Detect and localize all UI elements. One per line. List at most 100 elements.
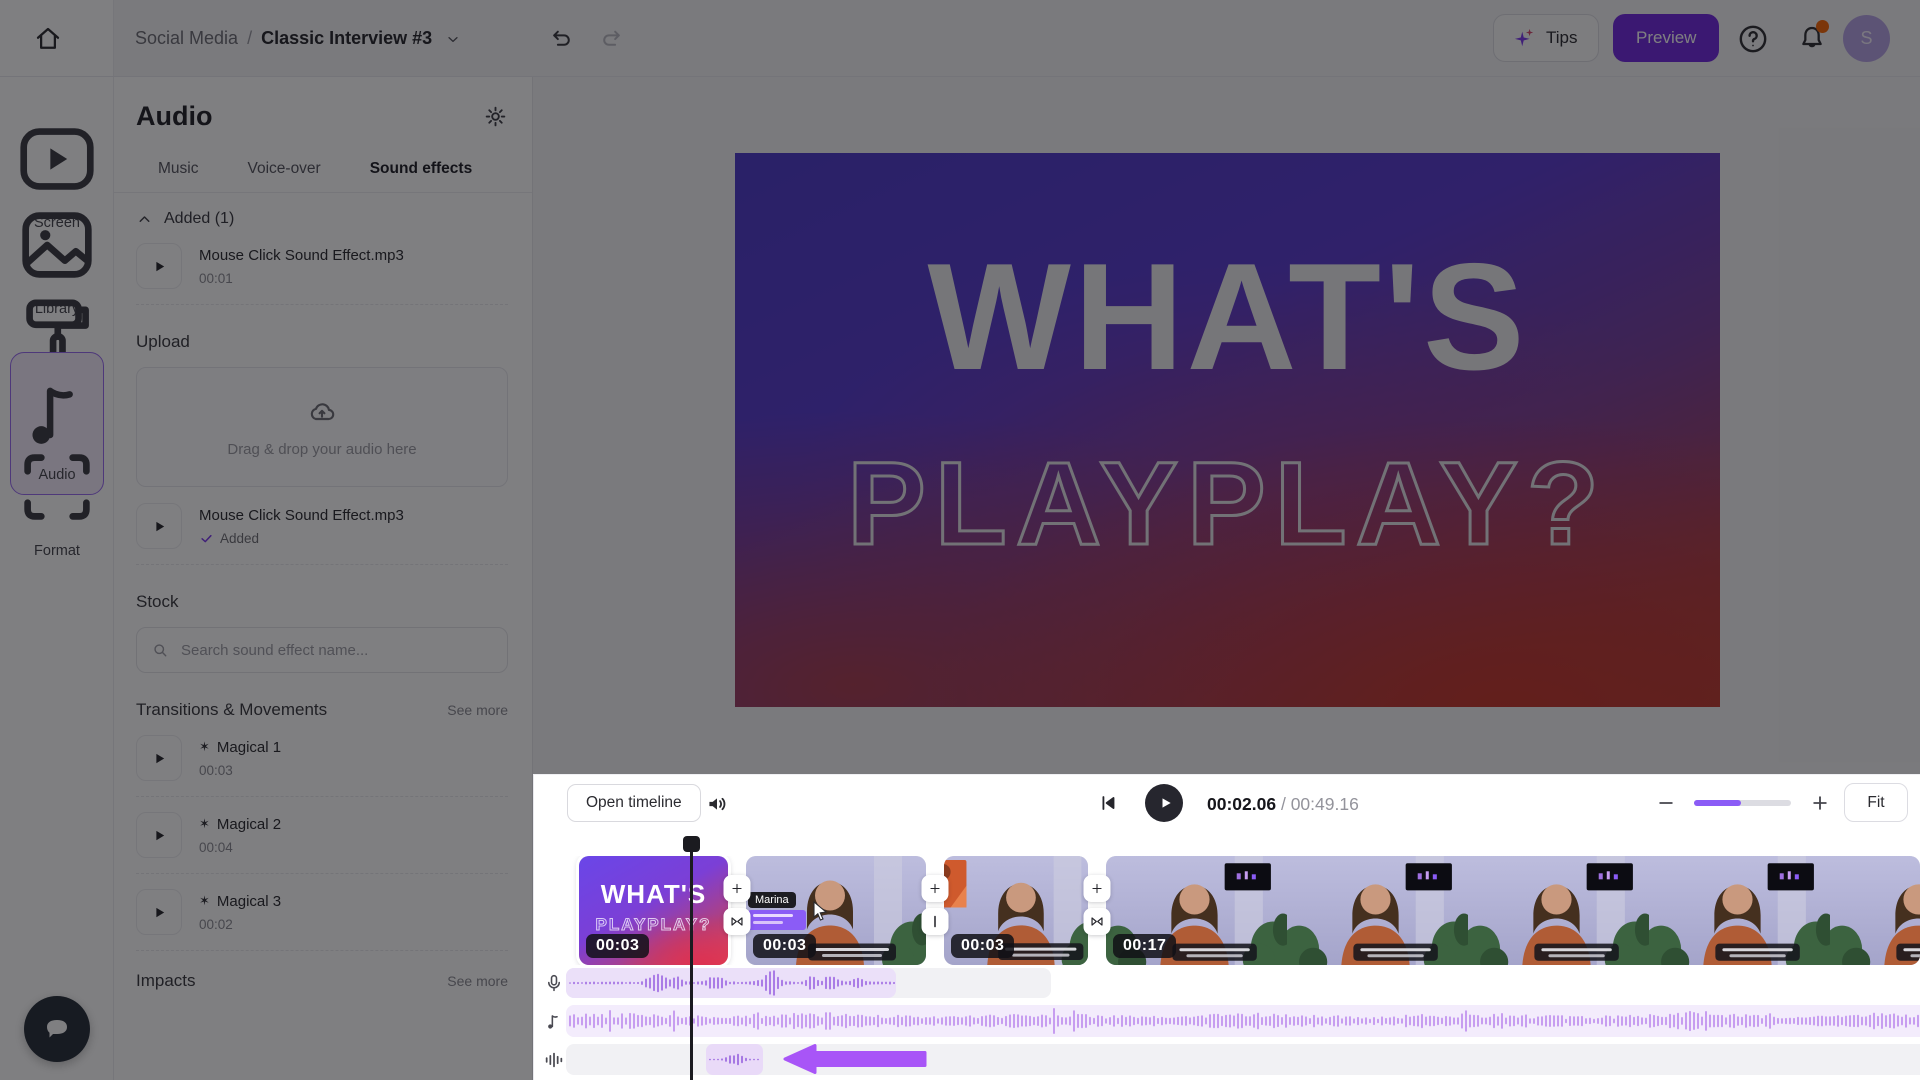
timeline-panel: Open timeline 00:02.06 / 00:49.16 Fit WH… bbox=[533, 774, 1920, 1080]
chat-bubble-button[interactable] bbox=[24, 996, 90, 1062]
avatar[interactable]: S bbox=[1843, 15, 1890, 62]
timeline-clip-1[interactable]: WHAT'SPLAYPLAY?00:03 bbox=[579, 856, 728, 965]
redo-icon[interactable] bbox=[599, 26, 624, 51]
sound-effect-name: Magical 3 bbox=[217, 893, 281, 910]
play-icon[interactable] bbox=[136, 503, 182, 549]
audio-tabs: Music Voice-over Sound effects bbox=[158, 160, 508, 192]
time-display: 00:02.06 / 00:49.16 bbox=[1207, 794, 1359, 815]
clip-frame bbox=[1649, 856, 1830, 965]
added-section-label: Added (1) bbox=[164, 210, 234, 228]
clip-duration-badge: 00:17 bbox=[1113, 934, 1176, 958]
search-icon bbox=[151, 641, 169, 659]
breadcrumb[interactable]: Social Media / Classic Interview #3 bbox=[135, 0, 461, 77]
home-icon[interactable] bbox=[33, 24, 63, 54]
audio-file-name: Mouse Click Sound Effect.mp3 bbox=[199, 503, 404, 524]
transition-cut-icon bbox=[927, 913, 944, 930]
sound-effect-name: Magical 2 bbox=[217, 816, 281, 833]
tips-label: Tips bbox=[1546, 28, 1578, 48]
voiceover-clip[interactable] bbox=[566, 968, 896, 998]
transition-cut-button[interactable] bbox=[922, 908, 949, 935]
play-button[interactable] bbox=[1145, 784, 1183, 822]
zoom-out-icon[interactable] bbox=[1656, 788, 1676, 818]
gear-icon[interactable] bbox=[483, 104, 508, 129]
sparkle-icon bbox=[1514, 27, 1536, 49]
play-icon[interactable] bbox=[136, 889, 182, 935]
audio-file-duration: 00:01 bbox=[199, 271, 404, 286]
list-item[interactable]: ✶Magical 300:02 bbox=[136, 889, 508, 951]
annotation-arrow bbox=[783, 1043, 929, 1075]
notifications-bell-icon[interactable] bbox=[1796, 22, 1828, 54]
dropzone-text: Drag & drop your audio here bbox=[227, 441, 416, 458]
playhead-handle[interactable] bbox=[683, 836, 700, 852]
tips-button[interactable]: Tips bbox=[1493, 14, 1599, 62]
canvas-title-line1: WHAT'S bbox=[927, 241, 1527, 393]
music-track[interactable] bbox=[566, 1005, 1920, 1037]
clip-frame bbox=[1830, 856, 1920, 965]
skip-back-icon[interactable] bbox=[1097, 792, 1119, 814]
timeline-clip-2[interactable]: 00:03Marina bbox=[746, 856, 926, 965]
breadcrumb-project: Classic Interview #3 bbox=[261, 28, 432, 49]
video-preview-canvas[interactable]: WHAT'S PLAYPLAY? bbox=[735, 153, 1720, 707]
breadcrumb-folder[interactable]: Social Media bbox=[135, 28, 238, 49]
sparkle-icon: ✶ bbox=[199, 739, 210, 754]
impacts-header: Impacts bbox=[136, 971, 196, 991]
chat-icon bbox=[41, 1013, 73, 1045]
page-title: Audio bbox=[136, 101, 212, 132]
plus-icon bbox=[730, 881, 745, 896]
search-input[interactable] bbox=[179, 641, 493, 660]
playhead[interactable] bbox=[690, 839, 693, 1080]
fit-button[interactable]: Fit bbox=[1844, 783, 1908, 822]
open-timeline-button[interactable]: Open timeline bbox=[567, 784, 701, 822]
sfx-track[interactable] bbox=[566, 1044, 1920, 1075]
list-item[interactable]: ✶Magical 200:04 bbox=[136, 812, 508, 874]
play-icon[interactable] bbox=[136, 812, 182, 858]
timeline-clip-3[interactable]: 00:03 bbox=[944, 856, 1088, 965]
breadcrumb-separator: / bbox=[247, 28, 252, 49]
play-icon[interactable] bbox=[136, 735, 182, 781]
list-item[interactable]: Mouse Click Sound Effect.mp3 00:01 bbox=[136, 243, 508, 305]
upload-dropzone[interactable]: Drag & drop your audio here bbox=[136, 367, 508, 487]
search-box[interactable] bbox=[136, 627, 508, 673]
zoom-slider[interactable] bbox=[1694, 800, 1791, 806]
clip-duration-badge: 00:03 bbox=[951, 934, 1014, 958]
tab-voice-over[interactable]: Voice-over bbox=[247, 160, 320, 178]
stock-header: Stock bbox=[136, 592, 179, 612]
see-more-link[interactable]: See more bbox=[447, 973, 508, 989]
upload-header: Upload bbox=[136, 332, 190, 352]
zoom-in-icon[interactable] bbox=[1810, 788, 1830, 818]
sparkle-icon: ✶ bbox=[199, 816, 210, 831]
status-badge: Added bbox=[220, 531, 259, 546]
see-more-link[interactable]: See more bbox=[447, 702, 508, 718]
cloud-upload-icon bbox=[306, 397, 338, 429]
mic-icon bbox=[543, 972, 565, 994]
mouse-cursor bbox=[811, 901, 829, 921]
preview-button[interactable]: Preview bbox=[1613, 14, 1719, 62]
check-icon bbox=[199, 531, 214, 546]
transition-crossfade-button[interactable] bbox=[1084, 908, 1111, 935]
add-clip-button[interactable] bbox=[724, 875, 751, 902]
music-note-icon bbox=[543, 1010, 565, 1032]
chevron-down-icon[interactable] bbox=[445, 31, 461, 47]
sidebar-item-format[interactable]: Format bbox=[10, 440, 104, 559]
sidebar-rail: ScreenLibraryBrandingAudioFormat bbox=[0, 0, 114, 1080]
sound-effect-duration: 00:03 bbox=[199, 763, 281, 778]
clip-gap bbox=[1088, 856, 1106, 965]
add-clip-button[interactable] bbox=[1084, 875, 1111, 902]
add-clip-button[interactable] bbox=[922, 875, 949, 902]
transition-crossfade-button[interactable] bbox=[724, 908, 751, 935]
clip-gap bbox=[728, 856, 746, 965]
list-item[interactable]: ✶Magical 100:03 bbox=[136, 735, 508, 797]
sidebar-item-label: Format bbox=[10, 543, 104, 559]
added-section-toggle[interactable]: Added (1) bbox=[136, 210, 508, 228]
sfx-clip[interactable] bbox=[706, 1044, 763, 1075]
help-icon[interactable] bbox=[1736, 22, 1770, 56]
clips-track: WHAT'SPLAYPLAY?00:0300:03Marina 00:03 00:1… bbox=[566, 856, 1920, 965]
tab-music[interactable]: Music bbox=[158, 160, 198, 178]
list-item[interactable]: Mouse Click Sound Effect.mp3 Added bbox=[136, 503, 508, 565]
tab-sound-effects[interactable]: Sound effects bbox=[370, 160, 472, 178]
volume-icon[interactable] bbox=[704, 791, 730, 817]
play-icon[interactable] bbox=[136, 243, 182, 289]
undo-icon[interactable] bbox=[549, 26, 574, 51]
audio-file-name: Mouse Click Sound Effect.mp3 bbox=[199, 243, 404, 264]
timeline-clip-4[interactable]: 00:17 bbox=[1106, 856, 1920, 965]
